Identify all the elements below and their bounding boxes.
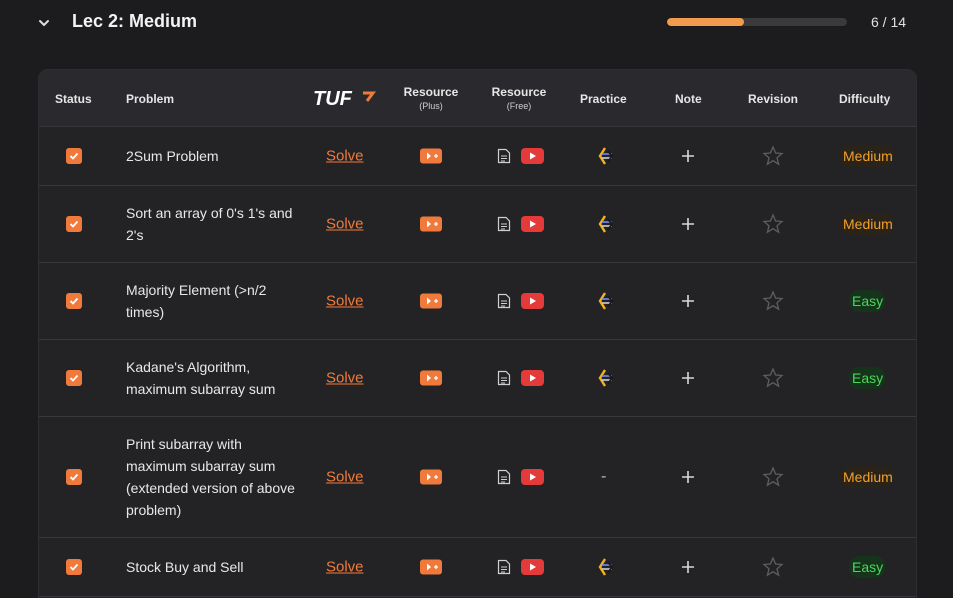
header-note: Note (675, 92, 702, 106)
check-icon (69, 152, 79, 160)
codestudio-icon[interactable] (596, 145, 616, 167)
tuf-plus-video-icon[interactable] (420, 216, 442, 232)
progress-fill (667, 18, 745, 26)
difficulty-badge: Easy (849, 290, 885, 312)
codestudio-icon[interactable] (596, 213, 616, 235)
youtube-icon[interactable] (521, 293, 544, 309)
solve-link[interactable]: Solve (326, 293, 364, 310)
header-resource-plus-sub: (Plus) (419, 101, 443, 111)
table-row: Majority Element (>n/2 times) Solve Easy (39, 263, 916, 340)
tuf-plus-video-icon[interactable] (420, 148, 442, 164)
solve-link[interactable]: Solve (326, 216, 364, 233)
tuf-plus-video-icon[interactable] (420, 370, 442, 386)
problem-name[interactable]: Stock Buy and Sell (126, 556, 301, 578)
solve-link[interactable]: Solve (326, 370, 364, 387)
youtube-icon[interactable] (521, 559, 544, 575)
header-resource-free-sub: (Free) (506, 101, 532, 111)
youtube-icon[interactable] (521, 216, 544, 232)
header-practice: Practice (580, 92, 627, 106)
header-resource-plus: Resource (Plus) (401, 85, 461, 111)
revision-star-icon[interactable] (762, 290, 784, 312)
header-difficulty: Difficulty (839, 92, 891, 106)
revision-star-icon[interactable] (762, 145, 784, 167)
article-icon[interactable] (497, 293, 511, 309)
difficulty-badge: Medium (840, 145, 894, 167)
revision-star-icon[interactable] (762, 556, 784, 578)
table-row: Stock Buy and Sell Solve Easy (39, 538, 916, 597)
svg-text:TUF: TUF (313, 88, 353, 109)
problem-name[interactable]: Majority Element (>n/2 times) (126, 279, 301, 323)
add-note-icon[interactable] (681, 149, 695, 163)
section-title: Lec 2: Medium (72, 11, 198, 31)
problem-name[interactable]: 2Sum Problem (126, 145, 301, 167)
status-checkbox[interactable] (66, 148, 82, 164)
check-icon (69, 297, 79, 305)
status-checkbox[interactable] (66, 216, 82, 232)
difficulty-badge: Medium (840, 213, 894, 235)
youtube-icon[interactable] (521, 370, 544, 386)
youtube-icon[interactable] (521, 148, 544, 164)
tuf-plus-video-icon[interactable] (420, 559, 442, 575)
table-row: Sort an array of 0's 1's and 2's Solve M… (39, 186, 916, 263)
add-note-icon[interactable] (681, 217, 695, 231)
revision-star-icon[interactable] (762, 466, 784, 488)
difficulty-badge: Medium (840, 466, 894, 488)
problem-name[interactable]: Print subarray with maximum subarray sum… (126, 433, 301, 521)
status-checkbox[interactable] (66, 559, 82, 575)
tuf-logo-icon: TUF (313, 88, 376, 110)
header-revision: Revision (748, 92, 799, 106)
header-resource-plus-label: Resource (403, 85, 459, 99)
difficulty-badge: Easy (849, 367, 885, 389)
table-row: 2Sum Problem Solve Medium (39, 127, 916, 186)
problem-name[interactable]: Sort an array of 0's 1's and 2's (126, 202, 301, 246)
article-icon[interactable] (497, 559, 511, 575)
check-icon (69, 563, 79, 571)
table-row: Kadane's Algorithm, maximum subarray sum… (39, 340, 916, 417)
problem-name[interactable]: Kadane's Algorithm, maximum subarray sum (126, 356, 301, 400)
status-checkbox[interactable] (66, 469, 82, 485)
tuf-plus-video-icon[interactable] (420, 293, 442, 309)
practice-none: - (601, 468, 607, 485)
revision-star-icon[interactable] (762, 367, 784, 389)
article-icon[interactable] (497, 469, 511, 485)
codestudio-icon[interactable] (596, 290, 616, 312)
add-note-icon[interactable] (681, 560, 695, 574)
codestudio-icon[interactable] (596, 367, 616, 389)
check-icon (69, 374, 79, 382)
add-note-icon[interactable] (681, 470, 695, 484)
section-header: Lec 2: Medium 6 / 14 (0, 0, 953, 46)
table-row: Print subarray with maximum subarray sum… (39, 417, 916, 538)
status-checkbox[interactable] (66, 293, 82, 309)
header-resource-free: Resource (Free) (489, 85, 549, 111)
table-header: Status Problem TUF Resource (Plus) Resou… (39, 70, 916, 127)
solve-link[interactable]: Solve (326, 469, 364, 486)
status-checkbox[interactable] (66, 370, 82, 386)
chevron-down-icon[interactable] (36, 15, 52, 31)
article-icon[interactable] (497, 216, 511, 232)
solve-link[interactable]: Solve (326, 148, 364, 165)
header-problem: Problem (126, 92, 175, 106)
tuf-plus-video-icon[interactable] (420, 469, 442, 485)
progress-bar (667, 18, 847, 26)
problems-table: Status Problem TUF Resource (Plus) Resou… (38, 69, 917, 598)
header-status: Status (55, 92, 92, 106)
article-icon[interactable] (497, 148, 511, 164)
add-note-icon[interactable] (681, 371, 695, 385)
article-icon[interactable] (497, 370, 511, 386)
youtube-icon[interactable] (521, 469, 544, 485)
codestudio-icon[interactable] (596, 556, 616, 578)
tuf-logo: TUF (313, 87, 377, 110)
check-icon (69, 220, 79, 228)
check-icon (69, 473, 79, 481)
add-note-icon[interactable] (681, 294, 695, 308)
difficulty-badge: Easy (849, 556, 885, 578)
revision-star-icon[interactable] (762, 213, 784, 235)
progress-count: 6 / 14 (871, 14, 907, 30)
solve-link[interactable]: Solve (326, 559, 364, 576)
header-resource-free-label: Resource (491, 85, 547, 99)
